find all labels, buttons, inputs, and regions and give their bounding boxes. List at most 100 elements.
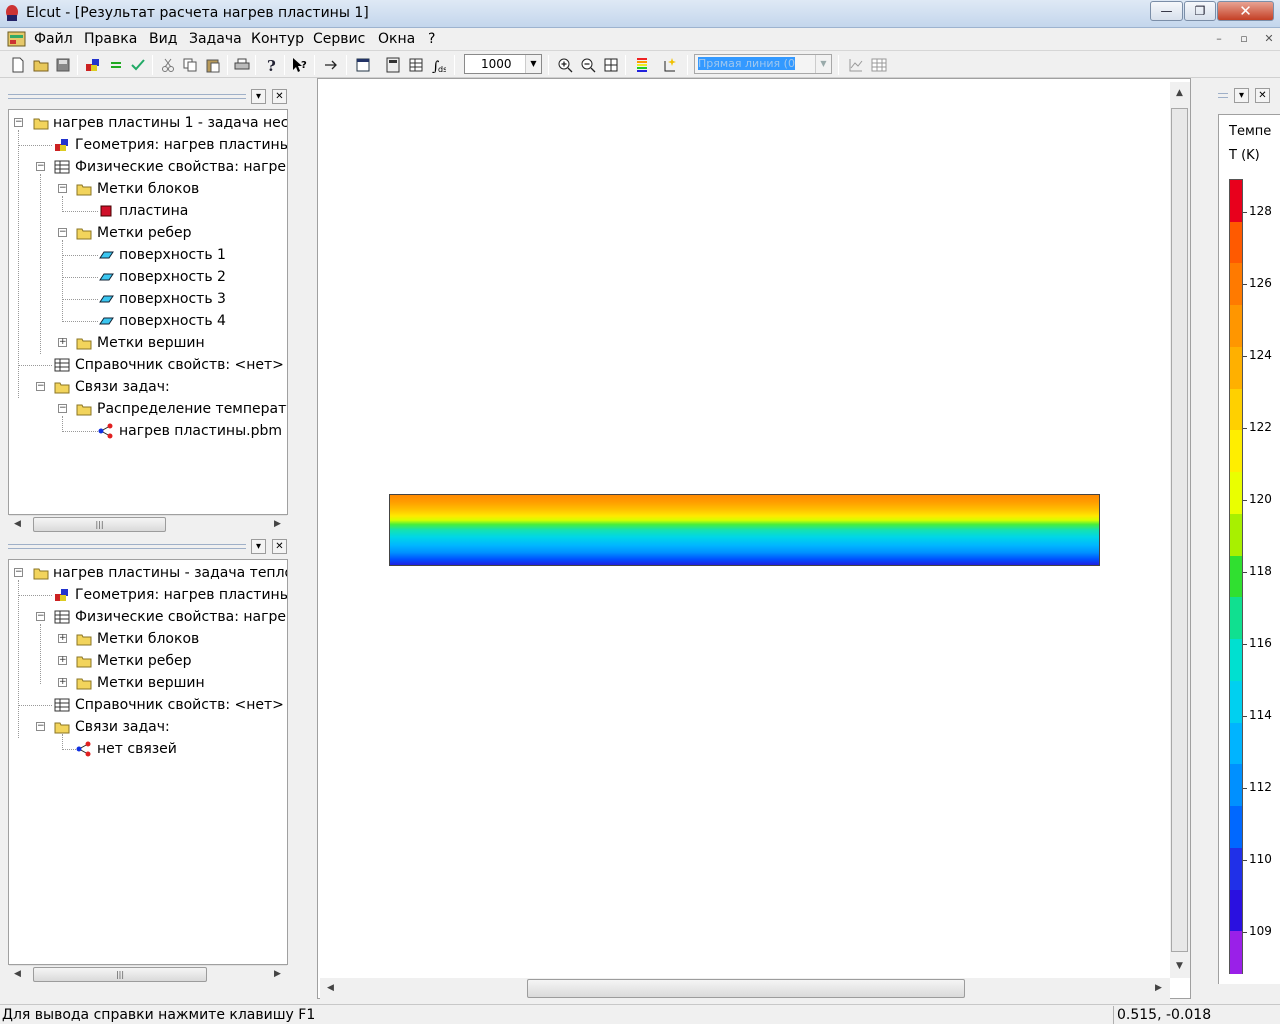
- tree-1-horizontal-scrollbar[interactable]: ◀ ||| ▶: [9, 515, 287, 532]
- legend-tick-label: 114: [1249, 708, 1272, 722]
- collapse-icon[interactable]: −: [14, 568, 23, 577]
- graph-button[interactable]: [846, 55, 866, 75]
- menu-file[interactable]: Файл: [34, 31, 73, 47]
- menu-problem[interactable]: Задача: [189, 31, 242, 47]
- view-vertical-scrollbar[interactable]: ▲ ▼: [1170, 82, 1190, 978]
- calc-button[interactable]: [383, 55, 403, 75]
- context-help-button[interactable]: ?: [290, 55, 310, 75]
- collapse-icon[interactable]: −: [36, 612, 45, 621]
- mdi-minimize-button[interactable]: –: [1209, 31, 1229, 48]
- geometry-icon: [86, 59, 99, 71]
- edge-label-icon: [99, 251, 114, 259]
- toolbar-separator: [314, 55, 315, 75]
- scroll-left-icon[interactable]: ◀: [9, 516, 26, 533]
- chevron-down-icon[interactable]: ▼: [525, 55, 541, 73]
- zoom-combo[interactable]: 1000 ▼: [464, 54, 542, 74]
- zoom-out-icon: [581, 58, 596, 73]
- elcut-app-icon[interactable]: [3, 4, 21, 22]
- close-button[interactable]: ✕: [1217, 1, 1274, 21]
- restore-icon: ❐: [1194, 4, 1206, 18]
- scroll-thumb[interactable]: |||: [33, 517, 166, 532]
- chevron-down-icon[interactable]: ▼: [815, 55, 831, 73]
- scroll-right-icon[interactable]: ▶: [269, 966, 286, 983]
- mdi-close-button[interactable]: ✕: [1259, 31, 1279, 48]
- restore-button[interactable]: ❐: [1184, 1, 1216, 21]
- panel-menu-button[interactable]: ▾: [251, 539, 266, 554]
- integral-button[interactable]: ∫ ds: [428, 55, 448, 75]
- table-icon: [54, 698, 70, 712]
- panel-menu-button[interactable]: ▾: [251, 89, 266, 104]
- collapse-icon[interactable]: −: [58, 228, 67, 237]
- legend-tick-label: 124: [1249, 348, 1272, 362]
- menu-edit[interactable]: Правка: [84, 31, 137, 47]
- expand-icon[interactable]: +: [58, 656, 67, 665]
- scroll-left-icon[interactable]: ◀: [9, 966, 26, 983]
- scroll-thumb[interactable]: [527, 979, 965, 998]
- tree-2-horizontal-scrollbar[interactable]: ◀ ||| ▶: [9, 965, 287, 982]
- scroll-thumb[interactable]: |||: [33, 967, 207, 982]
- mdi-restore-button[interactable]: ▫: [1234, 31, 1254, 48]
- document-window-icon[interactable]: [7, 30, 27, 48]
- scroll-thumb[interactable]: [1171, 108, 1188, 952]
- panel-grip[interactable]: [1218, 93, 1228, 98]
- color-map-button[interactable]: [632, 55, 652, 75]
- table-button[interactable]: [406, 55, 426, 75]
- zoom-out-button[interactable]: [578, 55, 598, 75]
- view-horizontal-scrollbar[interactable]: ◀ ▶: [320, 978, 1170, 999]
- scroll-up-icon[interactable]: ▲: [1171, 85, 1188, 102]
- help-icon: ?: [267, 57, 276, 73]
- collapse-icon[interactable]: −: [36, 382, 45, 391]
- collapse-icon[interactable]: −: [36, 722, 45, 731]
- svg-text:?: ?: [301, 60, 307, 71]
- legend-tick-label: 110: [1249, 852, 1272, 866]
- open-button[interactable]: [31, 55, 51, 75]
- equal-button[interactable]: [106, 55, 126, 75]
- zoom-in-button[interactable]: [555, 55, 575, 75]
- panel-close-button[interactable]: ✕: [272, 89, 287, 104]
- legend-color-band: [1230, 931, 1242, 974]
- copy-button[interactable]: [180, 55, 200, 75]
- link-icon: [98, 423, 113, 439]
- scroll-down-icon[interactable]: ▼: [1171, 958, 1188, 975]
- collapse-icon[interactable]: −: [14, 118, 23, 127]
- arrow-right-button[interactable]: [321, 55, 341, 75]
- minimize-button[interactable]: —: [1150, 1, 1183, 21]
- menu-help[interactable]: ?: [428, 31, 435, 47]
- zoom-fit-button[interactable]: [601, 55, 621, 75]
- grid-table-button[interactable]: [869, 55, 889, 75]
- panel-close-button[interactable]: ✕: [272, 539, 287, 554]
- paste-button[interactable]: [203, 55, 223, 75]
- window-button[interactable]: [353, 55, 373, 75]
- panel-close-button[interactable]: ✕: [1255, 88, 1270, 103]
- menu-contour[interactable]: Контур: [251, 31, 304, 47]
- cut-button[interactable]: [158, 55, 178, 75]
- edge-label-icon: [99, 317, 114, 325]
- print-button[interactable]: [232, 55, 252, 75]
- result-view[interactable]: [317, 78, 1191, 999]
- scroll-right-icon[interactable]: ▶: [269, 516, 286, 533]
- context-help-icon: ?: [293, 58, 307, 72]
- collapse-icon[interactable]: −: [58, 404, 67, 413]
- solve-button[interactable]: [128, 55, 148, 75]
- menu-tools[interactable]: Сервис: [313, 31, 365, 47]
- new-contour-button[interactable]: [660, 55, 680, 75]
- panel-grip[interactable]: [8, 94, 246, 99]
- scroll-right-icon[interactable]: ▶: [1150, 980, 1167, 997]
- expand-icon[interactable]: +: [58, 338, 67, 347]
- help-button[interactable]: ?: [261, 55, 281, 75]
- contour-type-combo[interactable]: Прямая линия (0 ▼: [694, 54, 832, 74]
- edge-label-icon: [99, 273, 114, 281]
- save-button[interactable]: [53, 55, 73, 75]
- menu-window[interactable]: Окна: [378, 31, 415, 47]
- expand-icon[interactable]: +: [58, 634, 67, 643]
- new-button[interactable]: [8, 55, 28, 75]
- collapse-icon[interactable]: −: [58, 184, 67, 193]
- panel-menu-button[interactable]: ▾: [1234, 88, 1249, 103]
- plate-temperature-map[interactable]: [389, 494, 1100, 566]
- expand-icon[interactable]: +: [58, 678, 67, 687]
- panel-grip[interactable]: [8, 544, 246, 549]
- collapse-icon[interactable]: −: [36, 162, 45, 171]
- scroll-left-icon[interactable]: ◀: [322, 980, 339, 997]
- menu-view[interactable]: Вид: [149, 31, 177, 47]
- geometry-button[interactable]: [83, 55, 103, 75]
